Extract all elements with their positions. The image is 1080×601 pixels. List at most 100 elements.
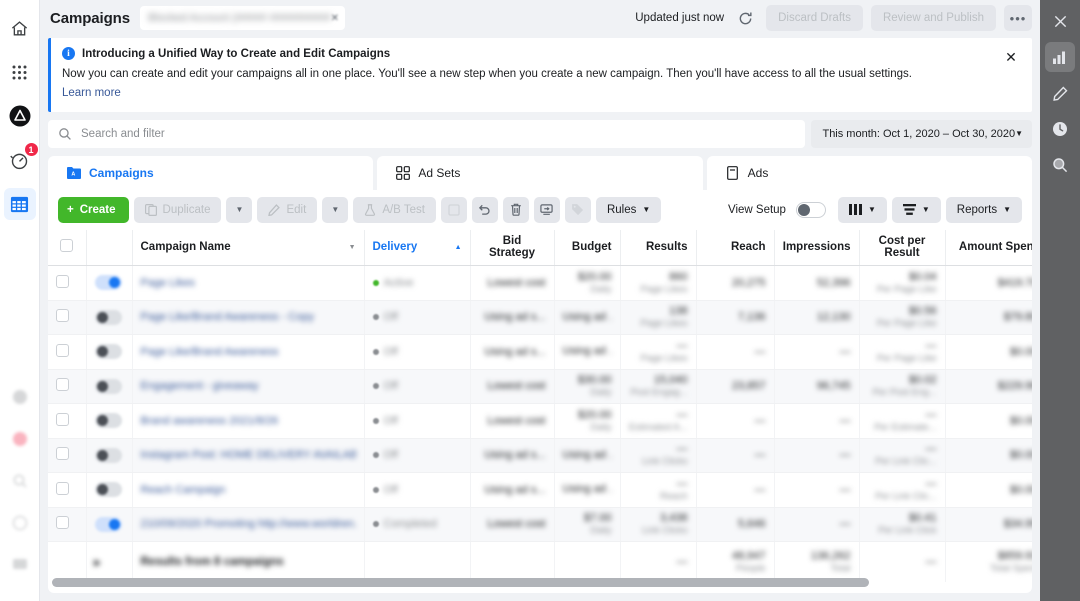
row-select-cell[interactable] [48,300,86,335]
campaign-name[interactable]: Page Like/Brand Awareness [141,346,356,358]
review-and-publish-button[interactable]: Review and Publish [871,5,996,31]
row-toggle-cell[interactable] [86,404,132,439]
table-row[interactable]: Engagement - giveawayOffLowest cost$30.0… [48,369,1032,404]
campaign-on-off-toggle[interactable] [95,275,122,290]
row-toggle-cell[interactable] [86,266,132,301]
tab-ads[interactable]: Ads [707,156,1032,190]
table-row[interactable]: Instagram Post: HOME DELIVERY AVAILABLE.… [48,438,1032,473]
column-campaign-name[interactable]: Campaign Name ▼ [132,230,364,266]
campaign-on-off-toggle[interactable] [95,310,122,325]
table-row[interactable]: Page Like/Brand AwarenessOffUsing ad s..… [48,335,1032,370]
home-icon[interactable] [4,12,36,44]
export-icon[interactable] [534,197,560,223]
row-checkbox[interactable] [56,344,69,357]
trash-icon[interactable] [503,197,529,223]
search-input[interactable] [81,128,795,140]
row-checkbox[interactable] [56,413,69,426]
campaign-on-off-toggle[interactable] [95,448,122,463]
campaign-name-cell[interactable]: Reach Campaign [132,473,364,508]
campaign-on-off-toggle[interactable] [95,517,122,532]
duplicate-button[interactable]: Duplicate [134,197,222,223]
campaign-name[interactable]: Reach Campaign [141,484,356,496]
column-results[interactable]: Results [620,230,696,266]
column-cost-per-result[interactable]: Cost per Result [859,230,945,266]
columns-button[interactable]: ▼ [838,197,887,223]
table-row[interactable]: Brand awareness 2021/8/26OffLowest cost$… [48,404,1032,439]
speedometer-icon[interactable]: 1 [4,144,36,176]
discard-drafts-button[interactable]: Discard Drafts [766,5,863,31]
view-setup-toggle[interactable] [796,202,826,218]
scrollbar-thumb[interactable] [52,578,869,587]
column-reach[interactable]: Reach [696,230,774,266]
campaign-name-cell[interactable]: Engagement - giveaway [132,369,364,404]
learn-more-link[interactable]: Learn more [62,87,121,99]
row-select-cell[interactable] [48,507,86,542]
refresh-icon[interactable] [732,5,758,31]
horizontal-scrollbar[interactable] [48,578,1032,587]
triangle-badge-icon[interactable] [4,100,36,132]
row-select-cell[interactable] [48,404,86,439]
undo-icon[interactable] [472,197,498,223]
campaign-name-cell[interactable]: Brand awareness 2021/8/26 [132,404,364,439]
campaign-name-cell[interactable]: Page Like/Brand Awareness [132,335,364,370]
column-bid-strategy[interactable]: Bid Strategy [470,230,554,266]
row-toggle-cell[interactable] [86,473,132,508]
zoom-search-icon[interactable] [1045,150,1075,180]
campaign-on-off-toggle[interactable] [95,379,122,394]
help-icon[interactable] [4,507,36,539]
alert-icon[interactable] [4,423,36,455]
campaign-name[interactable]: Page Like/Brand Awareness - Copy [141,311,356,323]
campaign-on-off-toggle[interactable] [95,482,122,497]
column-impressions[interactable]: Impressions [774,230,859,266]
campaign-name[interactable]: Instagram Post: HOME DELIVERY AVAILABLE.… [141,449,356,461]
ab-test-button[interactable]: A/B Test [353,197,436,223]
grid-apps-icon[interactable] [4,56,36,88]
clock-icon[interactable] [1045,114,1075,144]
row-toggle-cell[interactable] [86,300,132,335]
sidebar-item-ads-manager[interactable] [4,188,36,220]
totals-expand-cell[interactable]: ▸ [86,542,132,582]
row-toggle-cell[interactable] [86,438,132,473]
duplicate-dropdown[interactable]: ▼ [226,197,252,223]
row-toggle-cell[interactable] [86,369,132,404]
rules-button[interactable]: Rules ▼ [596,197,661,223]
row-checkbox[interactable] [56,378,69,391]
row-checkbox[interactable] [56,275,69,288]
row-toggle-cell[interactable] [86,507,132,542]
search-box[interactable] [48,120,805,148]
row-checkbox[interactable] [56,482,69,495]
tab-campaigns[interactable]: A Campaigns [48,156,373,190]
reports-button[interactable]: Reports ▼ [946,197,1022,223]
column-budget[interactable]: Budget [554,230,620,266]
campaign-on-off-toggle[interactable] [95,344,122,359]
campaign-name[interactable]: 210/09/2020 Promoting http://www.worldre… [141,518,356,530]
close-icon[interactable] [1045,6,1075,36]
search-small-icon[interactable] [4,465,36,497]
campaign-on-off-toggle[interactable] [95,413,122,428]
column-amount-spent[interactable]: Amount Spent [945,230,1032,266]
row-toggle-cell[interactable] [86,335,132,370]
chat-icon[interactable] [4,549,36,581]
edit-dropdown[interactable]: ▼ [322,197,348,223]
table-row[interactable]: 210/09/2020 Promoting http://www.worldre… [48,507,1032,542]
campaign-name-cell[interactable]: Instagram Post: HOME DELIVERY AVAILABLE.… [132,438,364,473]
campaign-name-cell[interactable]: Page Likes [132,266,364,301]
row-select-cell[interactable] [48,369,86,404]
totals-expand-icon[interactable]: ▸ [95,557,101,569]
row-select-cell[interactable] [48,438,86,473]
table-row[interactable]: Page LikesActiveLowest cost$20.00Daily86… [48,266,1032,301]
edit-button[interactable]: Edit [257,197,317,223]
campaign-name-cell[interactable]: 210/09/2020 Promoting http://www.worldre… [132,507,364,542]
campaign-name[interactable]: Page Likes [141,277,356,289]
account-clear-icon[interactable]: ✕ [331,13,339,24]
bar-chart-icon[interactable] [1045,42,1075,72]
campaign-name[interactable]: Engagement - giveaway [141,380,356,392]
select-all-header[interactable] [48,230,86,266]
row-select-cell[interactable] [48,335,86,370]
circle-icon[interactable] [4,381,36,413]
row-checkbox[interactable] [56,447,69,460]
table-row[interactable]: Page Like/Brand Awareness - CopyOffUsing… [48,300,1032,335]
row-select-cell[interactable] [48,473,86,508]
row-select-cell[interactable] [48,266,86,301]
breakdown-button[interactable]: ▼ [892,197,941,223]
